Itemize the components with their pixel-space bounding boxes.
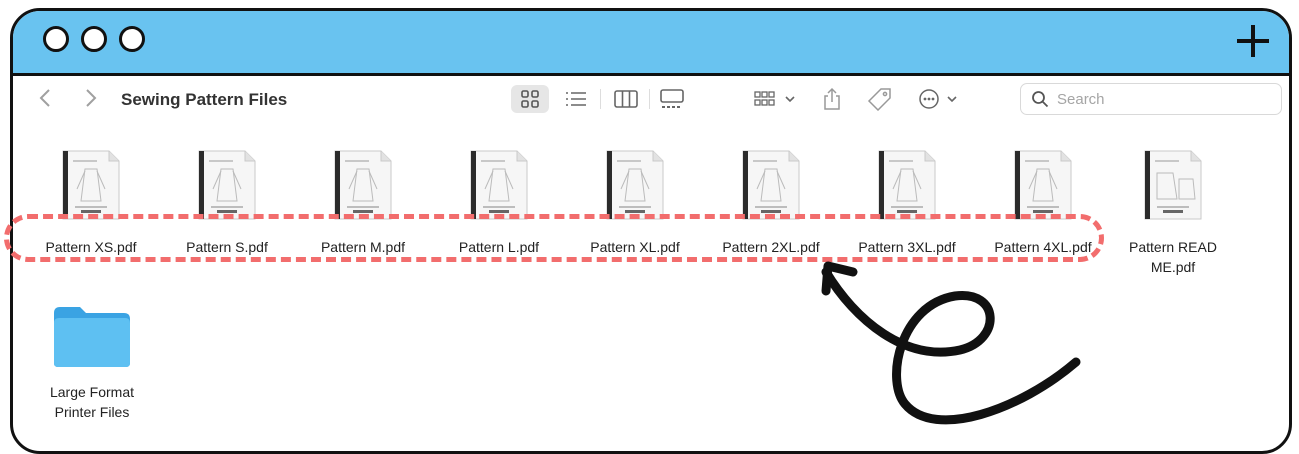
plus-icon[interactable] [1237, 25, 1269, 57]
folder-item[interactable]: Large Format Printer Files [27, 303, 157, 422]
grid-view-icon[interactable] [511, 85, 549, 113]
file-item[interactable]: Pattern 2XL.pdf [703, 149, 839, 257]
file-name: Pattern 2XL.pdf [722, 239, 820, 255]
gallery-view-icon[interactable] [655, 85, 689, 113]
pdf-thumbnail-icon [197, 149, 257, 221]
search-icon [1032, 91, 1049, 108]
pdf-thumbnail-icon [333, 149, 393, 221]
finder-window: Sewing Pattern Files Search Pattern XS.p… [10, 8, 1292, 454]
folder-title: Sewing Pattern Files [121, 90, 288, 109]
search-field[interactable] [1020, 83, 1282, 115]
chevron-left-icon[interactable] [39, 88, 51, 112]
toolbar-divider [600, 89, 601, 109]
file-name: Pattern READ ME.pdf [1129, 239, 1217, 275]
file-name: Pattern XL.pdf [590, 239, 680, 255]
search-input[interactable] [1057, 90, 1257, 108]
file-name: Pattern XS.pdf [45, 239, 137, 255]
file-name: Pattern 4XL.pdf [994, 239, 1092, 255]
pdf-thumbnail-icon [741, 149, 801, 221]
minimize-window-button[interactable] [81, 26, 107, 52]
toolbar: Sewing Pattern Files [13, 76, 1289, 124]
file-name: Pattern M.pdf [320, 239, 406, 255]
pdf-thumbnail-icon [61, 149, 121, 221]
file-item[interactable]: Pattern L.pdf [431, 149, 567, 257]
file-name: Pattern S.pdf [186, 239, 268, 255]
pdf-thumbnail-icon [469, 149, 529, 221]
more-icon[interactable] [915, 85, 963, 113]
zoom-window-button[interactable] [119, 26, 145, 52]
pdf-thumbnail-icon [1013, 149, 1073, 221]
file-item[interactable]: Pattern M.pdf [295, 149, 431, 257]
list-view-icon[interactable] [561, 85, 591, 113]
file-name: Pattern L.pdf [458, 239, 540, 255]
file-name: Pattern 3XL.pdf [858, 239, 956, 255]
close-window-button[interactable] [43, 26, 69, 52]
file-item[interactable]: Pattern S.pdf [159, 149, 295, 257]
file-item[interactable]: Pattern READ ME.pdf [1111, 149, 1235, 277]
folder-icon [52, 303, 132, 369]
file-item[interactable]: Pattern XL.pdf [567, 149, 703, 257]
pdf-thumbnail-icon [877, 149, 937, 221]
tag-icon[interactable] [865, 85, 895, 113]
title-bar [13, 11, 1289, 76]
file-item[interactable]: Pattern XS.pdf [23, 149, 159, 257]
group-icon[interactable] [751, 85, 799, 113]
share-icon[interactable] [819, 85, 845, 113]
column-view-icon[interactable] [609, 85, 643, 113]
pdf-thumbnail-icon [1143, 149, 1203, 221]
file-item[interactable]: Pattern 4XL.pdf [975, 149, 1111, 257]
file-item[interactable]: Pattern 3XL.pdf [839, 149, 975, 257]
folder-name: Large Format Printer Files [49, 384, 135, 420]
pdf-thumbnail-icon [605, 149, 665, 221]
toolbar-divider [649, 89, 650, 109]
chevron-right-icon[interactable] [85, 88, 97, 112]
